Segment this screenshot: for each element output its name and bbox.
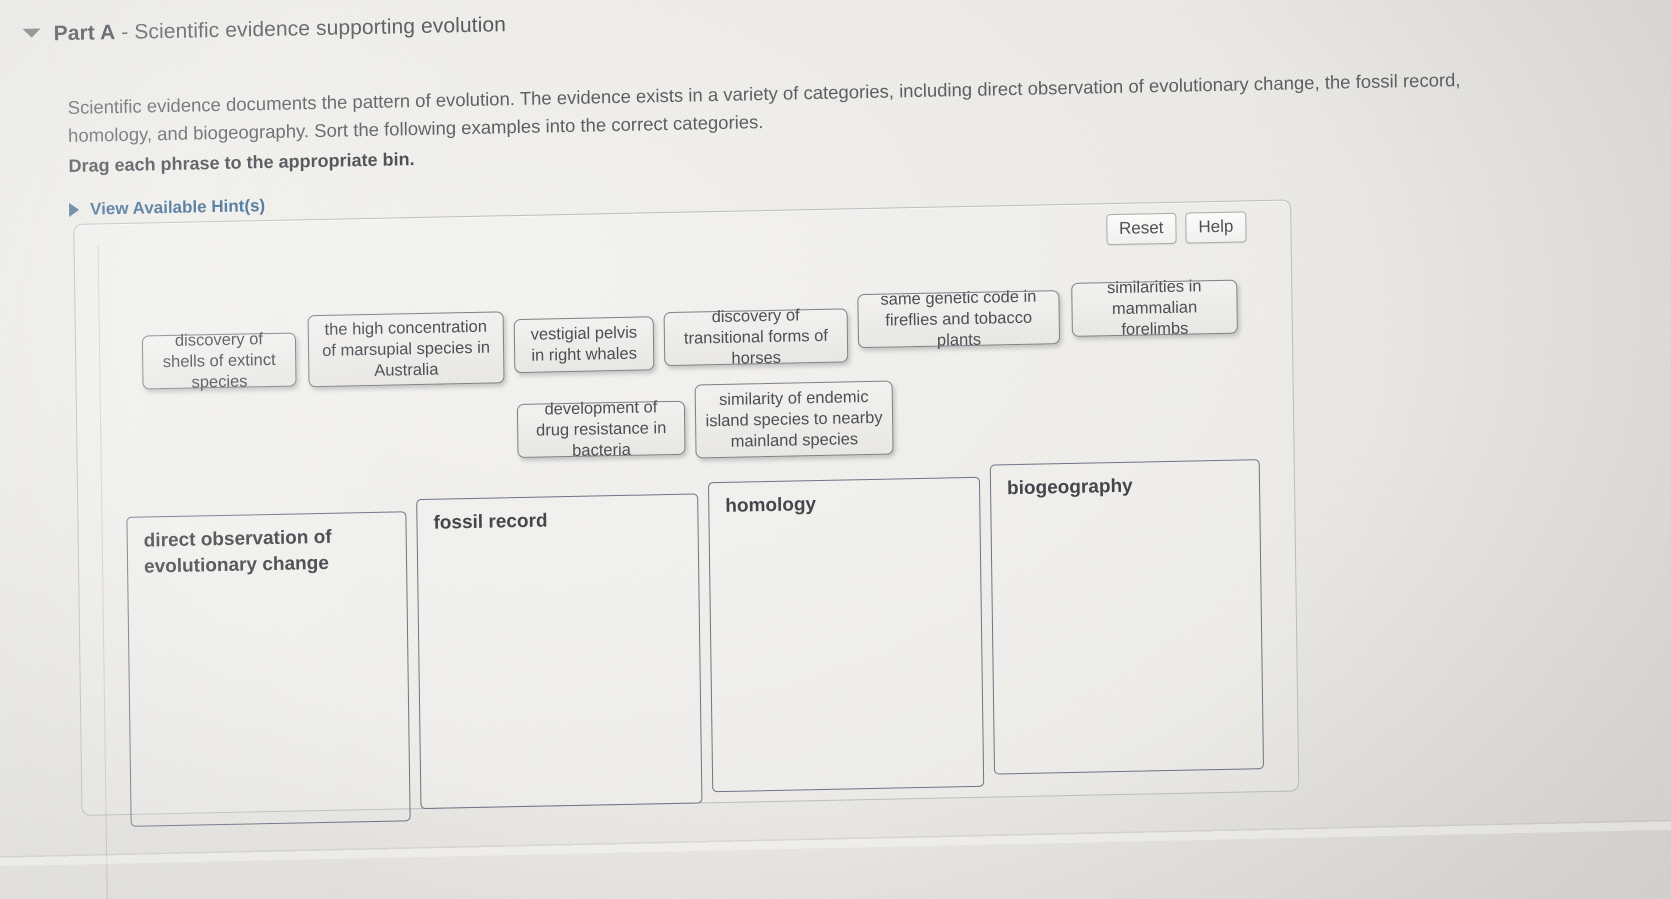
photographed-screen: Part A - Scientific evidence supporting … [0, 0, 1671, 899]
phrase-tile-endemic-island[interactable]: similarity of endemic island species to … [694, 380, 894, 459]
caret-down-icon[interactable] [22, 28, 41, 38]
phrase-tile-transitional-horses[interactable]: discovery of transitional forms of horse… [663, 306, 849, 367]
drag-instruction: Drag each phrase to the appropriate bin. [68, 149, 415, 177]
bin-label-fossil-record: fossil record [433, 510, 548, 534]
phrase-tile-vestigial-pelvis[interactable]: vestigial pelvis in right whales [513, 316, 655, 374]
phrase-tile-drug-resistance[interactable]: development of drug resistance in bacter… [516, 398, 686, 459]
page-title: Part A - Scientific evidence supporting … [53, 13, 506, 46]
phrase-tile-marsupial[interactable]: the high concentration of marsupial spec… [307, 311, 505, 388]
phrase-tile-genetic-code[interactable]: same genetic code in fireflies and tobac… [857, 287, 1061, 349]
phrase-tile-tray: discovery of shells of extinct species t… [74, 200, 1293, 484]
view-hints-label: View Available Hint(s) [89, 196, 266, 219]
bin-direct-observation[interactable]: direct observation of evolutionary chang… [126, 511, 411, 827]
phrase-tile-shells[interactable]: discovery of shells of extinct species [141, 330, 297, 391]
bin-label-direct-observation: direct observation of evolutionary chang… [143, 526, 332, 578]
caret-right-icon [69, 202, 80, 217]
bin-fossil-record[interactable]: fossil record [416, 493, 703, 810]
drag-drop-activity-panel: Reset Help discovery of shells of extinc… [73, 199, 1300, 827]
bin-label-biogeography: biogeography [1006, 475, 1133, 500]
title-separator: - [115, 20, 135, 45]
bin-homology[interactable]: homology [707, 476, 985, 793]
bin-biogeography[interactable]: biogeography [989, 459, 1265, 775]
part-title-text: Scientific evidence supporting evolution [134, 13, 507, 44]
view-hints-link[interactable]: View Available Hint(s) [69, 196, 265, 220]
bin-label-homology: homology [725, 494, 817, 517]
assignment-page: Part A - Scientific evidence supporting … [0, 0, 1671, 899]
phrase-tile-forelimbs[interactable]: similarities in mammalian forelimbs [1071, 277, 1238, 338]
part-label: Part A [53, 21, 116, 46]
part-header: Part A - Scientific evidence supporting … [22, 13, 506, 47]
intro-paragraph: Scientific evidence documents the patter… [67, 69, 1461, 147]
